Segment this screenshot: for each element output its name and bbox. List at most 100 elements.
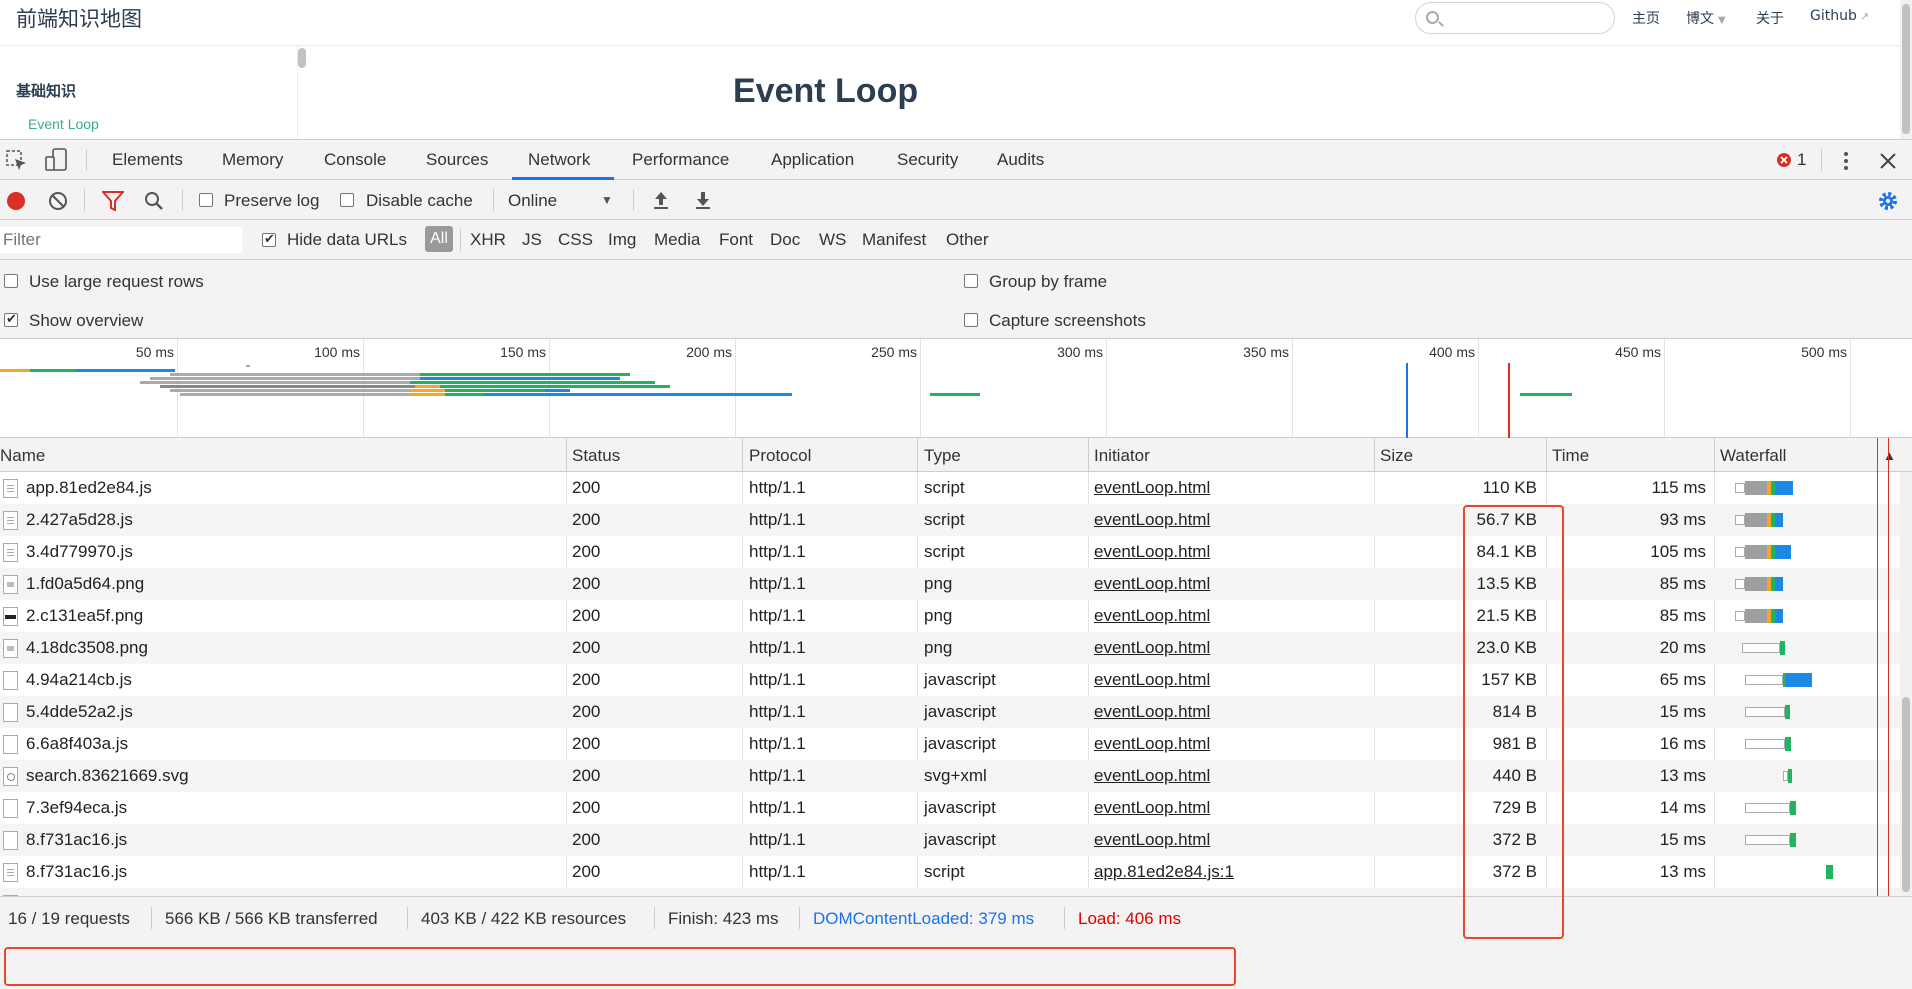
tab-performance[interactable]: Performance <box>632 150 729 170</box>
table-row[interactable]: app.81ed2e84.js 200 http/1.1 script eventLoo… <box>0 472 1900 504</box>
import-har-icon[interactable] <box>652 190 670 210</box>
cell-initiator[interactable]: eventLoop.html <box>1094 830 1210 850</box>
table-row[interactable]: 4.94a214cb.js 200 http/1.1 javascript eventL… <box>0 664 1900 696</box>
table-row[interactable]: 6.6a8f403a.js 200 http/1.1 javascript eventL… <box>0 728 1900 760</box>
network-overview[interactable]: 50 ms 100 ms 150 ms 200 ms 250 ms 300 ms… <box>0 339 1912 438</box>
table-row[interactable]: 8.f731ac16.js 200 http/1.1 javascript eventL… <box>0 824 1900 856</box>
group-by-frame-checkbox[interactable] <box>964 274 978 288</box>
tab-memory[interactable]: Memory <box>222 150 283 170</box>
tab-audits[interactable]: Audits <box>997 150 1044 170</box>
tab-security[interactable]: Security <box>897 150 958 170</box>
filter-type-doc[interactable]: Doc <box>770 230 800 250</box>
table-row[interactable]: 8.f731ac16.js 200 http/1.1 script app.81ed2e… <box>0 856 1900 888</box>
table-row[interactable]: 5.4dde52a2.js 200 http/1.1 javascript eventL… <box>0 696 1900 728</box>
hide-data-urls-label[interactable]: Hide data URLs <box>287 230 407 250</box>
table-row[interactable]: 4.18dc3508.png 200 http/1.1 png eventLoop.ht… <box>0 632 1900 664</box>
tab-application[interactable]: Application <box>771 150 854 170</box>
capture-screenshots-label[interactable]: Capture screenshots <box>989 311 1146 331</box>
column-divider[interactable] <box>1714 438 1715 472</box>
nav-home[interactable]: 主页 <box>1632 8 1660 28</box>
column-divider[interactable] <box>1374 438 1375 472</box>
sidebar-scrollbar[interactable] <box>298 48 306 68</box>
inspect-element-icon[interactable] <box>6 150 28 172</box>
filter-type-ws[interactable]: WS <box>819 230 846 250</box>
record-icon[interactable] <box>6 191 26 211</box>
disable-cache-label[interactable]: Disable cache <box>366 191 473 211</box>
table-scrollbar-thumb[interactable] <box>1902 697 1910 892</box>
device-toolbar-icon[interactable] <box>44 148 68 172</box>
page-scrollbar-thumb[interactable] <box>1902 4 1910 134</box>
table-scrollbar[interactable] <box>1900 472 1912 896</box>
tab-network[interactable]: Network <box>528 150 590 170</box>
filter-type-css[interactable]: CSS <box>558 230 593 250</box>
column-header-waterfall[interactable]: Waterfall <box>1720 446 1786 466</box>
table-row[interactable]: 3.4d779970.js 200 http/1.1 script eventLoop.… <box>0 536 1900 568</box>
cell-initiator[interactable]: eventLoop.html <box>1094 574 1210 594</box>
show-overview-checkbox[interactable] <box>4 311 18 327</box>
table-row[interactable]: search.83621669.svg 200 http/1.1 svg+xml eve… <box>0 760 1900 792</box>
filter-type-font[interactable]: Font <box>719 230 753 250</box>
hide-data-urls-checkbox[interactable] <box>262 231 276 247</box>
throttle-select[interactable]: Online <box>508 191 557 211</box>
column-divider[interactable] <box>566 438 567 472</box>
large-rows-checkbox[interactable] <box>4 274 18 288</box>
cell-initiator[interactable]: app.81ed2e84.js:1 <box>1094 862 1234 882</box>
cell-initiator[interactable]: eventLoop.html <box>1094 734 1210 754</box>
large-rows-label[interactable]: Use large request rows <box>29 272 204 292</box>
cell-initiator[interactable]: eventLoop.html <box>1094 798 1210 818</box>
error-icon[interactable] <box>1776 152 1792 168</box>
page-scrollbar[interactable] <box>1900 0 1912 139</box>
sidebar-link-event-loop[interactable]: Event Loop <box>28 116 99 132</box>
nav-about[interactable]: 关于 <box>1756 8 1784 28</box>
filter-type-js[interactable]: JS <box>522 230 542 250</box>
column-divider[interactable] <box>1546 438 1547 472</box>
nav-github[interactable]: Github ↗ <box>1810 8 1869 24</box>
column-header-size[interactable]: Size <box>1380 446 1413 466</box>
tab-elements[interactable]: Elements <box>112 150 183 170</box>
nav-blog[interactable]: 博文 ▼ <box>1686 8 1726 28</box>
cell-initiator[interactable]: eventLoop.html <box>1094 478 1210 498</box>
column-header-status[interactable]: Status <box>572 446 620 466</box>
table-row[interactable]: 2.427a5d28.js 200 http/1.1 script eventLoop.… <box>0 504 1900 536</box>
filter-type-xhr[interactable]: XHR <box>470 230 506 250</box>
filter-type-manifest[interactable]: Manifest <box>862 230 926 250</box>
chevron-down-icon[interactable]: ▼ <box>601 193 613 207</box>
tab-console[interactable]: Console <box>324 150 386 170</box>
column-header-time[interactable]: Time <box>1552 446 1589 466</box>
filter-type-all[interactable]: All <box>425 226 453 252</box>
gear-icon[interactable] <box>1877 190 1899 212</box>
filter-type-img[interactable]: Img <box>608 230 636 250</box>
filter-icon[interactable] <box>102 191 124 211</box>
cell-initiator[interactable]: eventLoop.html <box>1094 638 1210 658</box>
more-options-icon[interactable] <box>1839 150 1853 172</box>
column-divider[interactable] <box>917 438 918 472</box>
capture-screenshots-checkbox[interactable] <box>964 313 978 327</box>
close-icon[interactable] <box>1879 152 1897 170</box>
cell-initiator[interactable]: eventLoop.html <box>1094 542 1210 562</box>
group-by-frame-label[interactable]: Group by frame <box>989 272 1107 292</box>
filter-type-media[interactable]: Media <box>654 230 700 250</box>
filter-input[interactable] <box>0 227 242 253</box>
cell-initiator[interactable]: eventLoop.html <box>1094 766 1210 786</box>
filter-type-other[interactable]: Other <box>946 230 989 250</box>
site-title[interactable]: 前端知识地图 <box>16 3 142 33</box>
sort-ascending-icon[interactable]: ▲ <box>1883 448 1896 463</box>
table-row[interactable]: 1.fd0a5d64.png 200 http/1.1 png eventLoop.ht… <box>0 568 1900 600</box>
column-header-protocol[interactable]: Protocol <box>749 446 811 466</box>
table-row[interactable]: 7.3ef94eca.js 200 http/1.1 javascript eventL… <box>0 792 1900 824</box>
column-divider[interactable] <box>742 438 743 472</box>
export-har-icon[interactable] <box>694 190 712 210</box>
column-divider[interactable] <box>1088 438 1089 472</box>
column-header-name[interactable]: Name <box>0 446 45 466</box>
error-count[interactable]: 1 <box>1797 150 1806 170</box>
cell-initiator[interactable]: eventLoop.html <box>1094 606 1210 626</box>
search-icon[interactable] <box>144 191 164 211</box>
clear-icon[interactable] <box>48 191 68 211</box>
preserve-log-label[interactable]: Preserve log <box>224 191 319 211</box>
cell-initiator[interactable]: eventLoop.html <box>1094 510 1210 530</box>
column-header-type[interactable]: Type <box>924 446 961 466</box>
show-overview-label[interactable]: Show overview <box>29 311 143 331</box>
tab-sources[interactable]: Sources <box>426 150 488 170</box>
table-row[interactable]: 2.c131ea5f.png 200 http/1.1 png eventLoop.ht… <box>0 600 1900 632</box>
disable-cache-checkbox[interactable] <box>340 193 354 207</box>
